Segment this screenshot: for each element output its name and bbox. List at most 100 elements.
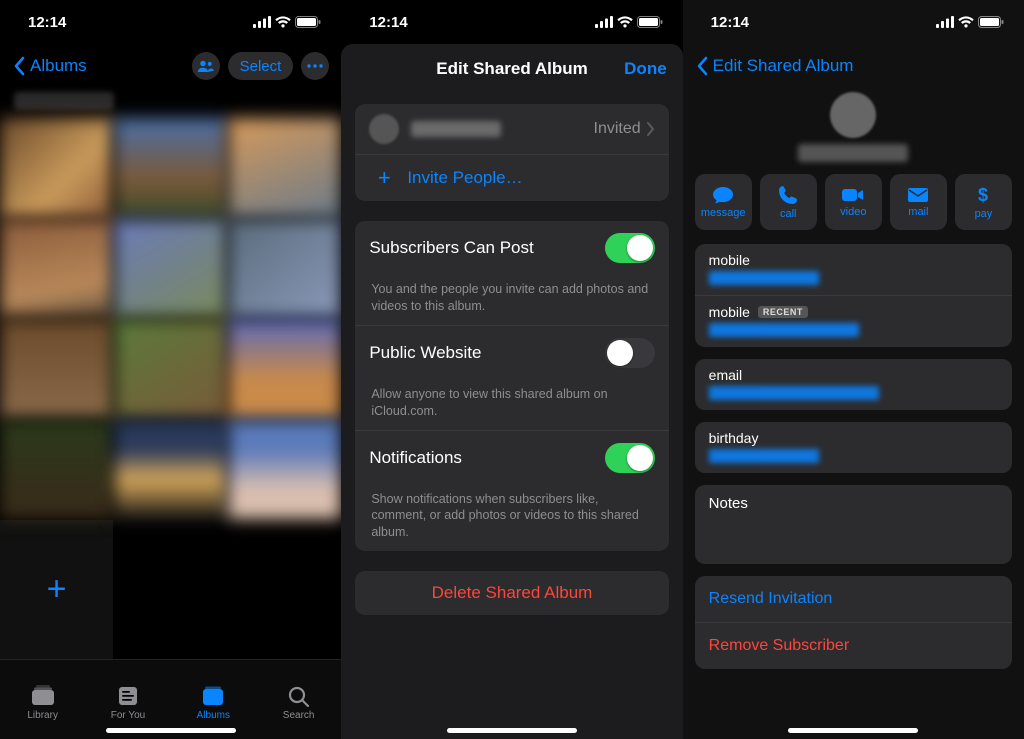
subscriber-avatar <box>369 114 399 144</box>
photo-thumbnail[interactable] <box>0 118 113 218</box>
resend-invitation-button[interactable]: Resend Invitation <box>695 576 1012 622</box>
svg-text:$: $ <box>978 185 988 205</box>
video-action[interactable]: video <box>825 174 882 230</box>
person-shared-icon <box>197 59 214 73</box>
message-label: message <box>701 207 746 219</box>
call-action[interactable]: call <box>760 174 817 230</box>
resend-label: Resend Invitation <box>709 590 833 607</box>
remove-subscriber-button[interactable]: Remove Subscriber <box>695 623 1012 669</box>
subscriber-row[interactable]: Invited <box>355 104 668 154</box>
public-website-toggle[interactable] <box>605 338 655 368</box>
mail-icon <box>907 187 929 203</box>
notifications-caption: Show notifications when subscribers like… <box>355 485 668 552</box>
email-row[interactable]: email <box>695 359 1012 410</box>
delete-shared-album-button[interactable]: Delete Shared Album <box>355 571 668 615</box>
birthday-label: birthday <box>709 430 998 446</box>
photo-thumbnail[interactable] <box>228 219 341 319</box>
chevron-left-icon <box>12 56 26 76</box>
home-indicator[interactable] <box>106 728 236 733</box>
library-icon <box>30 685 56 707</box>
subscribers-can-post-row: Subscribers Can Post <box>355 221 668 275</box>
subscribers-can-post-label: Subscribers Can Post <box>369 238 533 258</box>
tab-albums-label: Albums <box>197 710 230 721</box>
photo-thumbnail[interactable] <box>228 118 341 218</box>
photo-thumbnail[interactable] <box>228 420 341 520</box>
status-indicators <box>595 16 663 28</box>
tab-search-label: Search <box>283 710 315 721</box>
edit-shared-album-screen: 12:14 Edit Shared Album Done Invited <box>341 0 682 739</box>
wifi-icon <box>275 16 291 28</box>
tab-library-label: Library <box>27 710 58 721</box>
battery-icon <box>637 16 663 28</box>
shared-people-button[interactable] <box>192 52 220 80</box>
mail-label: mail <box>908 206 928 218</box>
birthday-value-redacted <box>709 449 819 463</box>
public-website-label: Public Website <box>369 343 481 363</box>
albums-back-button[interactable]: Albums <box>12 56 87 76</box>
photo-thumbnail[interactable] <box>114 118 227 218</box>
cellular-icon <box>936 16 954 28</box>
pay-action[interactable]: $ pay <box>955 174 1012 230</box>
pay-label: pay <box>975 208 993 220</box>
public-caption: Allow anyone to view this shared album o… <box>355 380 668 430</box>
mail-action[interactable]: mail <box>890 174 947 230</box>
status-time: 12:14 <box>369 14 407 31</box>
photo-thumbnail[interactable] <box>114 420 227 520</box>
invitation-status: Invited <box>594 120 655 138</box>
select-button[interactable]: Select <box>228 52 294 80</box>
home-indicator[interactable] <box>788 728 918 733</box>
photo-thumbnail[interactable] <box>228 319 341 419</box>
search-icon <box>287 685 311 707</box>
subscriber-contact-screen: 12:14 Edit Shared Album message call <box>683 0 1024 739</box>
status-bar: 12:14 <box>341 0 682 44</box>
invite-people-row[interactable]: + Invite People… <box>355 154 668 201</box>
video-label: video <box>840 206 866 218</box>
status-bar: 12:14 <box>683 0 1024 44</box>
battery-icon <box>295 16 321 28</box>
photo-thumbnail[interactable] <box>0 219 113 319</box>
for-you-icon <box>116 685 140 707</box>
back-button[interactable]: Edit Shared Album <box>695 56 854 76</box>
contact-actions-row: message call video mail $ pay <box>683 174 1024 244</box>
albums-icon <box>200 685 226 707</box>
message-action[interactable]: message <box>695 174 752 230</box>
tab-bar: Library For You Albums Search <box>0 659 341 739</box>
notifications-row: Notifications <box>355 431 668 485</box>
notifications-toggle[interactable] <box>605 443 655 473</box>
battery-icon <box>978 16 1004 28</box>
more-button[interactable] <box>301 52 329 80</box>
photo-thumbnail[interactable] <box>0 420 113 520</box>
albums-back-label: Albums <box>30 56 87 76</box>
photo-thumbnail[interactable] <box>114 319 227 419</box>
public-website-row: Public Website <box>355 326 668 380</box>
status-bar: 12:14 <box>0 0 341 44</box>
add-photo-button[interactable]: + <box>0 520 113 659</box>
photo-thumbnail[interactable] <box>114 219 227 319</box>
photo-grid: + <box>0 118 341 659</box>
phone-group: mobile mobile RECENT <box>695 244 1012 347</box>
tab-search[interactable]: Search <box>256 660 341 739</box>
tab-library[interactable]: Library <box>0 660 85 739</box>
recent-badge: RECENT <box>758 306 808 318</box>
mobile-value-redacted <box>709 323 859 337</box>
notes-field[interactable]: Notes <box>695 485 1012 564</box>
home-indicator[interactable] <box>447 728 577 733</box>
contact-name-redacted <box>798 144 908 162</box>
pay-icon: $ <box>976 185 990 205</box>
ellipsis-icon <box>307 64 323 68</box>
subscribers-can-post-toggle[interactable] <box>605 233 655 263</box>
mobile-label: mobile <box>709 304 750 320</box>
message-icon <box>712 186 734 204</box>
mobile-recent-row[interactable]: mobile RECENT <box>695 295 1012 347</box>
done-button[interactable]: Done <box>624 59 667 79</box>
invited-label: Invited <box>594 120 641 138</box>
remove-label: Remove Subscriber <box>709 637 850 654</box>
mobile-row[interactable]: mobile <box>695 244 1012 295</box>
wifi-icon <box>617 16 633 28</box>
delete-group: Delete Shared Album <box>355 571 668 615</box>
photo-thumbnail[interactable] <box>0 319 113 419</box>
phone-icon <box>778 185 798 205</box>
subscriber-name-redacted <box>411 121 501 137</box>
birthday-row[interactable]: birthday <box>695 422 1012 473</box>
cellular-icon <box>253 16 271 28</box>
